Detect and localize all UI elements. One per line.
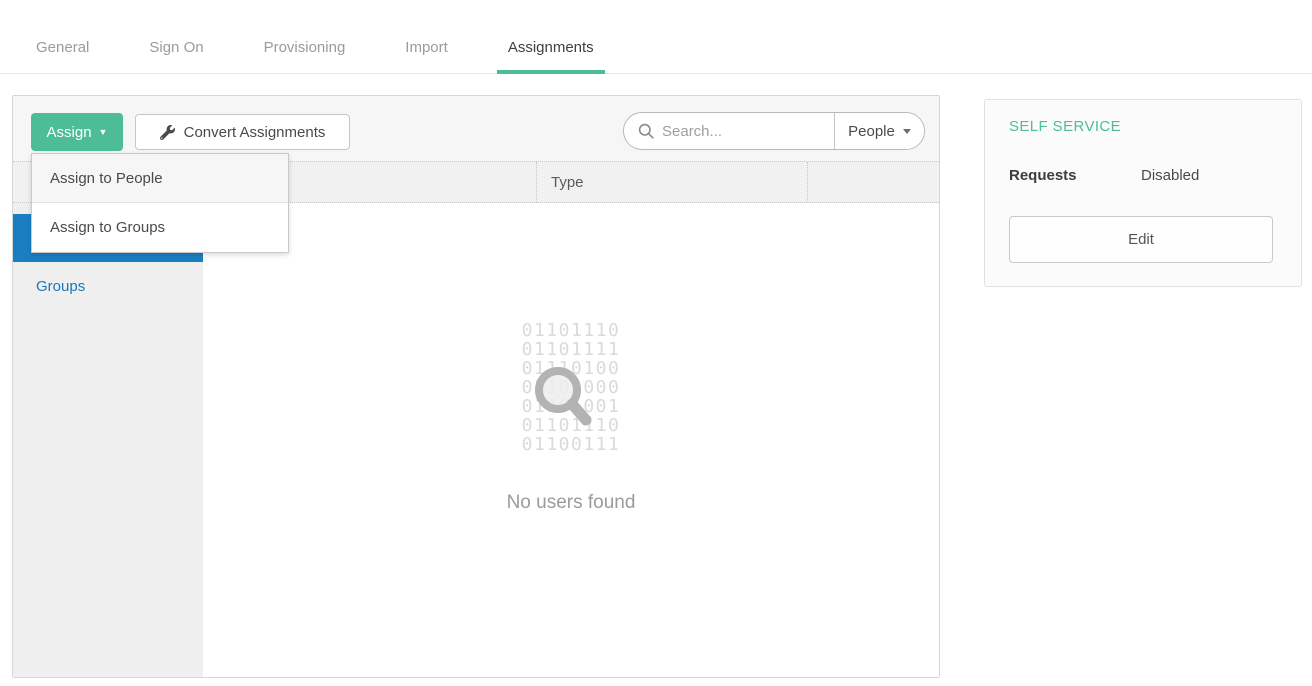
assignments-toolbar: Assign ▼ Convert Assignments <box>13 96 939 161</box>
assign-dropdown-menu: Assign to People Assign to Groups <box>31 153 289 253</box>
sidebar-item-groups[interactable]: Groups <box>13 262 203 310</box>
empty-state: 01101110 01101111 01110100 01101000 0110… <box>203 203 939 677</box>
column-header-type: Type <box>536 162 807 202</box>
wrench-icon <box>160 125 175 140</box>
tab-sign-on[interactable]: Sign On <box>149 21 203 73</box>
sidebar-item-groups-label: Groups <box>36 278 85 295</box>
search-pill: People <box>623 112 925 150</box>
app-assignments-page: General Sign On Provisioning Import Assi… <box>0 0 1312 686</box>
search-scope-dropdown[interactable]: People <box>834 113 924 149</box>
binary-watermark: 01101110 01101111 01110100 01101000 0110… <box>522 321 621 454</box>
binary-line: 01101110 <box>522 321 621 340</box>
convert-assignments-button[interactable]: Convert Assignments <box>135 114 350 150</box>
binary-line: 01101111 <box>522 340 621 359</box>
tab-assignments[interactable]: Assignments <box>508 21 594 73</box>
chevron-down-icon <box>903 129 911 134</box>
assignments-panel: Assign ▼ Convert Assignments <box>12 95 940 678</box>
magnifier-icon <box>531 363 597 435</box>
tab-provisioning[interactable]: Provisioning <box>264 21 346 73</box>
tab-general[interactable]: General <box>36 21 89 73</box>
search-icon <box>638 123 654 139</box>
filter-sidebar: Groups <box>13 203 203 677</box>
tab-import[interactable]: Import <box>405 21 448 73</box>
search-scope-value: People <box>848 123 895 140</box>
self-service-title: SELF SERVICE <box>1009 118 1121 135</box>
app-tab-bar: General Sign On Provisioning Import Assi… <box>0 0 1312 74</box>
requests-row: Requests Disabled <box>1009 167 1277 184</box>
assign-button[interactable]: Assign ▼ <box>31 113 123 151</box>
binary-line: 01100111 <box>522 435 621 454</box>
menu-item-assign-to-groups[interactable]: Assign to Groups <box>32 203 288 252</box>
convert-assignments-label: Convert Assignments <box>184 124 326 141</box>
assign-button-label: Assign <box>47 124 92 141</box>
empty-state-message: No users found <box>507 492 636 514</box>
menu-item-assign-to-people[interactable]: Assign to People <box>32 154 288 203</box>
requests-status-value: Disabled <box>1141 167 1199 184</box>
edit-button[interactable]: Edit <box>1009 216 1273 263</box>
search-input[interactable] <box>662 123 812 140</box>
requests-label: Requests <box>1009 167 1141 184</box>
chevron-down-icon: ▼ <box>99 128 108 137</box>
self-service-card: SELF SERVICE Requests Disabled Edit <box>984 99 1302 287</box>
search-field-area <box>624 113 834 149</box>
column-header-actions <box>807 162 939 202</box>
